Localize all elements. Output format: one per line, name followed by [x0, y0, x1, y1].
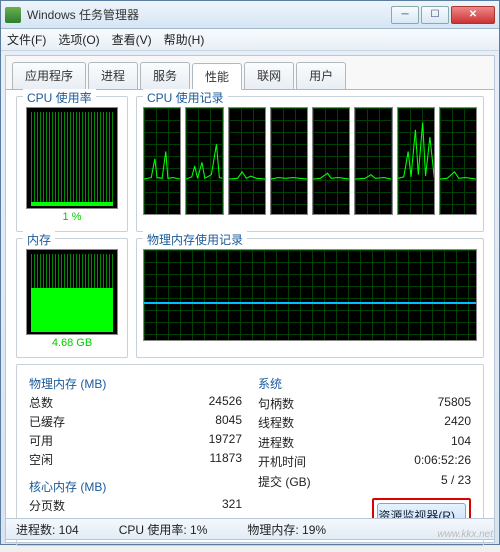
menu-help[interactable]: 帮助(H)	[164, 31, 205, 48]
label-cpu-usage: CPU 使用率	[23, 89, 96, 106]
k-paged: 分页数	[29, 497, 209, 514]
k-procs: 进程数	[258, 434, 372, 452]
group-cpu-history: CPU 使用记录	[136, 96, 484, 232]
cpu-value: 1 %	[23, 211, 121, 225]
task-manager-window: Windows 任务管理器 ─ ☐ ✕ 文件(F) 选项(O) 查看(V) 帮助…	[0, 0, 500, 545]
app-icon	[5, 7, 21, 23]
k-total: 总数	[29, 394, 209, 411]
cpu-gauge	[26, 107, 118, 209]
cpu-core-graph-5	[354, 107, 392, 215]
menu-view[interactable]: 查看(V)	[112, 31, 152, 48]
v-avail: 19727	[209, 432, 242, 449]
tabstrip: 应用程序 进程 服务 性能 联网 用户	[6, 56, 494, 90]
window-title: Windows 任务管理器	[27, 6, 391, 23]
minimize-button[interactable]: ─	[391, 6, 419, 24]
status-cpu: CPU 使用率: 1%	[119, 521, 208, 538]
header-system: 系统	[258, 375, 471, 393]
maximize-button[interactable]: ☐	[421, 6, 449, 24]
label-memory-history: 物理内存使用记录	[143, 231, 247, 248]
v-handles: 75805	[372, 395, 471, 413]
group-cpu-usage: CPU 使用率 1 %	[16, 96, 128, 232]
close-button[interactable]: ✕	[451, 6, 495, 24]
v-total: 24526	[209, 394, 242, 411]
cpu-core-graph-7	[439, 107, 477, 215]
k-commit: 提交 (GB)	[258, 473, 372, 491]
group-memory-history: 物理内存使用记录	[136, 238, 484, 358]
v-commit: 5 / 23	[372, 473, 471, 491]
header-kernel-mem: 核心内存 (MB)	[29, 478, 242, 495]
k-free: 空闲	[29, 451, 209, 468]
k-handles: 句柄数	[258, 395, 372, 413]
menu-options[interactable]: 选项(O)	[58, 31, 99, 48]
menu-file[interactable]: 文件(F)	[7, 31, 46, 48]
status-processes: 进程数: 104	[16, 521, 79, 538]
v-procs: 104	[372, 434, 471, 452]
tab-applications[interactable]: 应用程序	[12, 62, 86, 89]
v-cached: 8045	[209, 413, 242, 430]
titlebar[interactable]: Windows 任务管理器 ─ ☐ ✕	[1, 1, 499, 29]
tab-performance[interactable]: 性能	[192, 63, 242, 90]
group-memory: 内存 4.68 GB	[16, 238, 128, 358]
cpu-core-graph-4	[312, 107, 350, 215]
tab-networking[interactable]: 联网	[244, 62, 294, 89]
cpu-core-graph-2	[228, 107, 266, 215]
k-avail: 可用	[29, 432, 209, 449]
menubar: 文件(F) 选项(O) 查看(V) 帮助(H)	[1, 29, 499, 51]
status-bar: 进程数: 104 CPU 使用率: 1% 物理内存: 19%	[5, 518, 495, 540]
content-area: 应用程序 进程 服务 性能 联网 用户 CPU 使用率 1 % CPU 使用记录	[5, 55, 495, 543]
memory-gauge	[26, 249, 118, 335]
tab-users[interactable]: 用户	[296, 62, 346, 89]
cpu-core-graph-3	[270, 107, 308, 215]
memory-history-graph	[143, 249, 477, 341]
header-phys-mem: 物理内存 (MB)	[29, 375, 242, 392]
k-cached: 已缓存	[29, 413, 209, 430]
tab-services[interactable]: 服务	[140, 62, 190, 89]
cpu-core-graph-6	[397, 107, 435, 215]
v-threads: 2420	[372, 414, 471, 432]
label-memory: 内存	[23, 231, 55, 248]
v-free: 11873	[209, 451, 242, 468]
k-threads: 线程数	[258, 414, 372, 432]
cpu-core-graph-0	[143, 107, 181, 215]
label-cpu-history: CPU 使用记录	[143, 89, 228, 106]
status-memory: 物理内存: 19%	[247, 521, 326, 538]
tab-processes[interactable]: 进程	[88, 62, 138, 89]
memory-value: 4.68 GB	[23, 337, 121, 351]
k-uptime: 开机时间	[258, 453, 372, 471]
v-uptime: 0:06:52:26	[372, 453, 471, 471]
cpu-core-graph-1	[185, 107, 223, 215]
v-paged: 321	[209, 497, 242, 514]
